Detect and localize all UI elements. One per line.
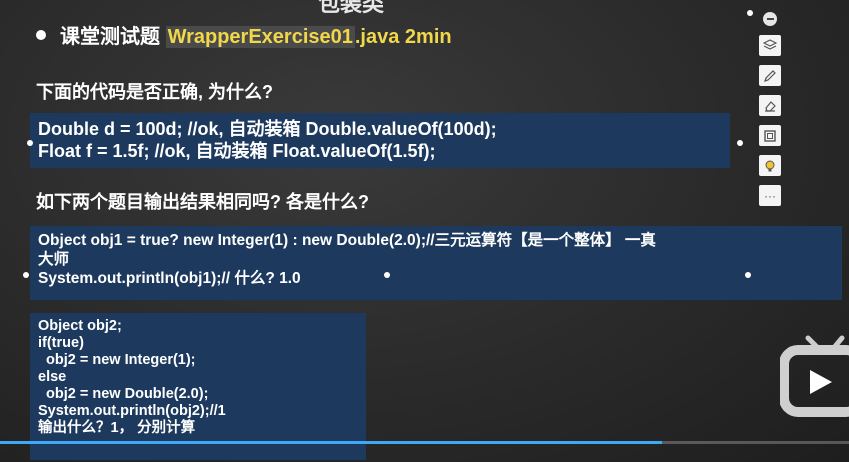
more-icon[interactable]: ···	[759, 185, 781, 206]
bilibili-tv-icon	[779, 330, 849, 425]
slide-top-title: 包装类	[318, 0, 385, 16]
layers-icon[interactable]	[759, 35, 781, 56]
heading-filename: WrapperExercise01	[165, 26, 355, 48]
selection-handle[interactable]	[23, 272, 29, 278]
minus-icon[interactable]	[763, 12, 777, 26]
code-box-3: Object obj2; if(true) obj2 = new Integer…	[30, 313, 366, 460]
code-line: else	[38, 368, 67, 385]
selection-handle[interactable]	[27, 140, 33, 146]
selection-handle[interactable]	[737, 140, 743, 146]
bulb-icon[interactable]	[759, 155, 781, 176]
code-line: Object obj1 = true? new Integer(1) : new…	[38, 232, 656, 249]
code-line: obj2 = new Integer(1);	[38, 351, 196, 368]
code-box-1: Double d = 100d; //ok, 自动装箱 Double.value…	[30, 113, 730, 168]
code-line: System.out.println(obj2);//1	[38, 402, 226, 419]
selection-handle[interactable]	[747, 10, 753, 16]
bullet-dot	[36, 29, 46, 40]
annotation-toolbar: ···	[757, 12, 783, 206]
pen-icon[interactable]	[759, 65, 781, 86]
bullet-heading: 课堂测试题 WrapperExercise01 .java 2min	[36, 20, 452, 49]
video-progress-fill	[0, 441, 663, 444]
question-1: 下面的代码是否正确, 为什么?	[36, 82, 273, 102]
code-line: Object obj2;	[38, 318, 122, 334]
code-line: if(true)	[38, 334, 84, 351]
code-line: Float f = 1.5f; //ok, 自动装箱 Float.valueOf…	[38, 140, 436, 161]
code-line: 输出什么？1， 分别计算	[38, 419, 196, 436]
selection-handle[interactable]	[745, 272, 751, 278]
question-2: 如下两个题目输出结果相同吗? 各是什么?	[36, 192, 369, 212]
frame-icon[interactable]	[759, 125, 781, 146]
code-line: 大师	[38, 250, 70, 268]
code-line: Double d = 100d; //ok, 自动装箱 Double.value…	[38, 119, 497, 139]
eraser-icon[interactable]	[759, 95, 781, 116]
code-box-2: Object obj1 = true? new Integer(1) : new…	[30, 226, 842, 300]
heading-suffix: .java 2min	[354, 26, 452, 48]
code-line: System.out.println(obj1);// 什么? 1.0	[38, 269, 301, 287]
selection-handle[interactable]	[384, 272, 390, 278]
video-progress-bar[interactable]	[0, 441, 849, 444]
code-line: obj2 = new Double(2.0);	[38, 385, 209, 402]
heading-prefix: 课堂测试题	[60, 26, 160, 48]
